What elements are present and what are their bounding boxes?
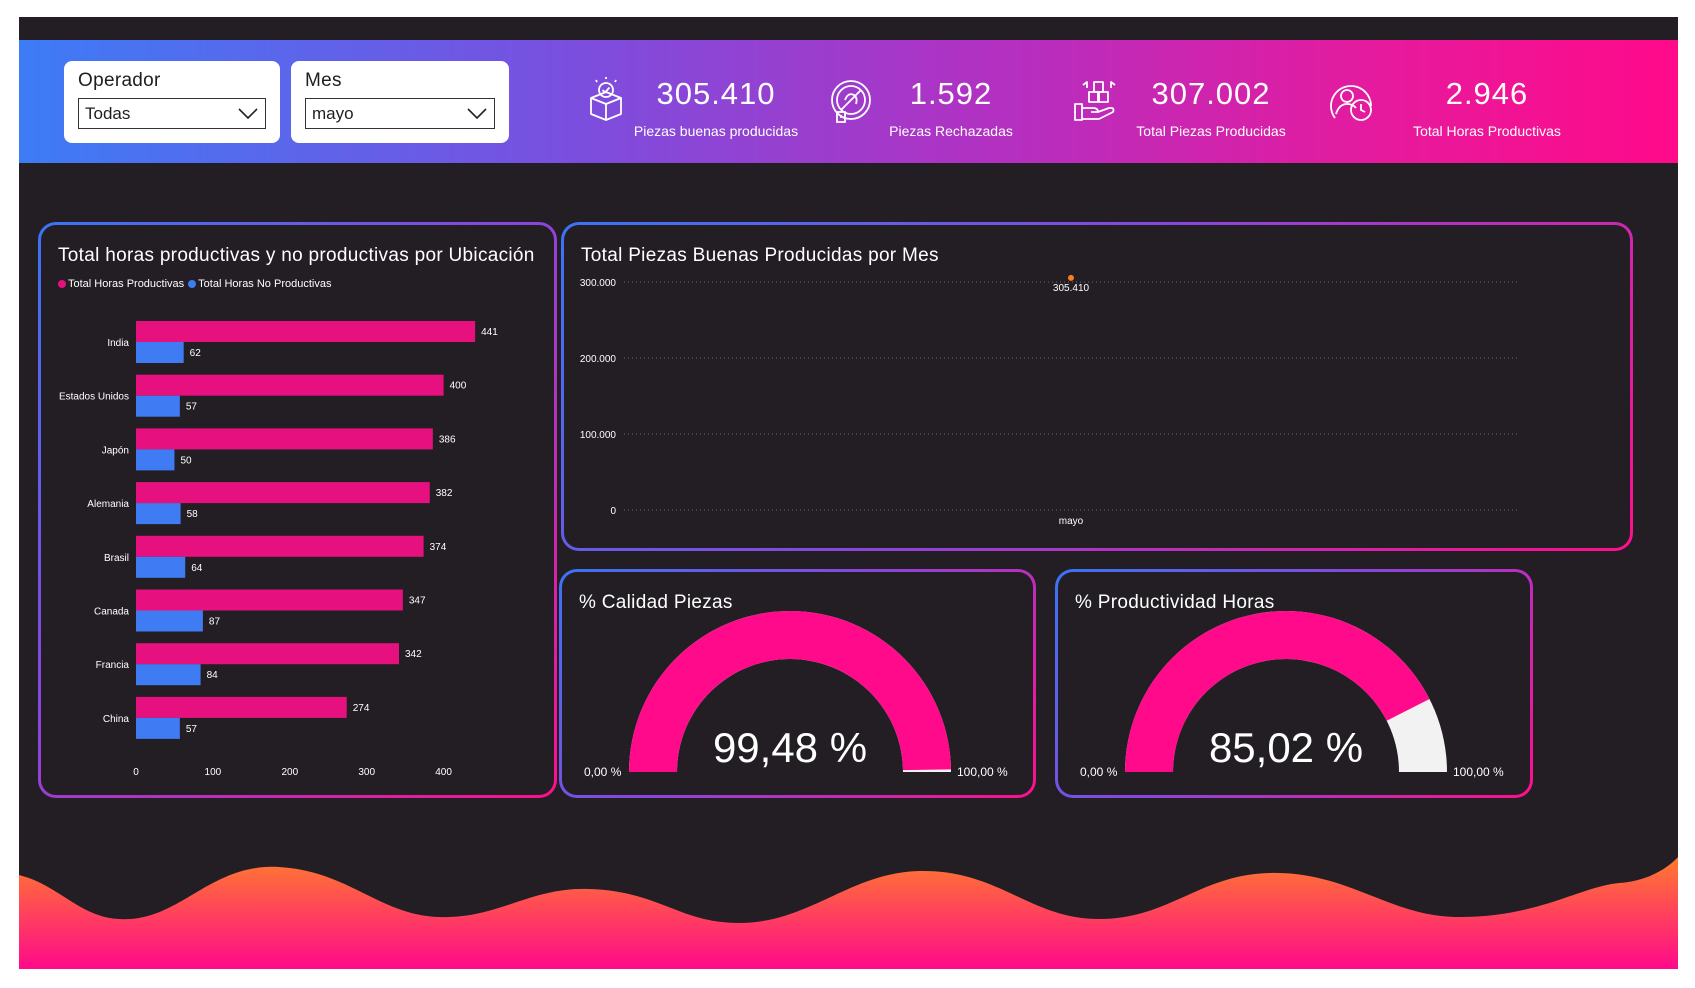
bar-label-non-productive: 57 xyxy=(186,724,198,735)
category-label: Estados Unidos xyxy=(59,392,129,403)
operador-slicer: Operador Todas xyxy=(64,61,280,143)
mes-dropdown-value: mayo xyxy=(312,103,354,123)
data-point xyxy=(1068,274,1074,281)
mes-slicer-title: Mes xyxy=(305,70,342,91)
operador-slicer-title: Operador xyxy=(78,70,161,91)
category-label: China xyxy=(103,714,130,725)
gauge-min-label: 0,00 % xyxy=(584,765,622,779)
bar-label-productive: 382 xyxy=(436,488,453,499)
bar-label-productive: 342 xyxy=(405,649,422,660)
quality-gauge: 99,48 % 0,00 % 100,00 % xyxy=(584,611,1008,779)
bar-label-non-productive: 50 xyxy=(180,455,192,466)
bar-productive xyxy=(136,643,399,665)
productivity-gauge-card: % Productividad Horas 85,02 % 0,00 % 100,0… xyxy=(1055,569,1533,798)
category-label: Alemania xyxy=(87,499,129,510)
category-label: Brasil xyxy=(104,553,129,564)
dashboard-canvas: Operador Todas Mes mayo 305.410 Piezas b… xyxy=(19,17,1678,969)
bar-non-productive xyxy=(136,610,203,632)
kpi-total-pieces-value: 307.002 xyxy=(1151,76,1271,111)
mes-slicer: Mes mayo xyxy=(291,61,509,143)
productivity-gauge: 85,02 % 0,00 % 100,00 % xyxy=(1080,611,1504,779)
x-tick-label: 400 xyxy=(435,767,452,778)
bar-label-non-productive: 58 xyxy=(187,509,199,520)
kpi-productive-hours-value: 2.946 xyxy=(1445,76,1529,111)
pieces-by-month-card: Total Piezas Buenas Producidas por Mes 0… xyxy=(561,222,1633,551)
bar-productive xyxy=(136,428,433,450)
bar-label-productive: 374 xyxy=(430,542,447,553)
bar-non-productive xyxy=(136,556,186,578)
x-tick-label: mayo xyxy=(1059,516,1084,527)
bar-label-productive: 274 xyxy=(353,703,370,714)
bar-non-productive xyxy=(136,503,181,525)
gauge-max-label: 100,00 % xyxy=(1453,765,1504,779)
kpi-productive-hours: 2.946 Total Horas Productivas xyxy=(1327,76,1667,146)
bar-label-non-productive: 84 xyxy=(207,670,219,681)
box-check-icon xyxy=(590,77,622,121)
kpi-good-pieces-value: 305.410 xyxy=(656,76,776,111)
category-label: India xyxy=(107,338,129,349)
bar-productive xyxy=(136,482,430,504)
bar-productive xyxy=(136,321,476,342)
pieces-line-chart: 0 100.000 200.000 300.000 mayo 305.410 xyxy=(580,274,1519,527)
gauge-value-label: 85,02 % xyxy=(1209,724,1363,771)
bar-productive xyxy=(136,374,444,396)
category-label: Canada xyxy=(94,607,129,618)
gauge-value-label: 99,48 % xyxy=(713,724,867,771)
x-tick-label: 100 xyxy=(205,767,222,778)
hand-boxes-icon xyxy=(1074,81,1116,121)
bar-non-productive xyxy=(136,449,175,471)
y-tick-label: 200.000 xyxy=(580,354,617,365)
bar-productive xyxy=(136,696,347,718)
bar-productive xyxy=(136,589,403,611)
chevron-down-icon xyxy=(467,107,487,119)
bar-label-non-productive: 64 xyxy=(191,563,203,574)
category-label: Japón xyxy=(102,445,129,456)
hours-by-location-card: Total horas productivas y no productivas… xyxy=(38,222,557,798)
bar-label-productive: 386 xyxy=(439,434,456,445)
header-band: Operador Todas Mes mayo 305.410 Piezas b… xyxy=(19,40,1678,163)
bar-non-productive xyxy=(136,664,201,686)
bar-non-productive xyxy=(136,717,180,739)
bar-label-non-productive: 87 xyxy=(209,617,221,628)
kpi-rejected-pieces: 1.592 Piezas Rechazadas xyxy=(826,76,1036,146)
bar-label-productive: 347 xyxy=(409,596,426,607)
category-label: Francia xyxy=(96,660,130,671)
bar-non-productive xyxy=(136,395,180,417)
bar-non-productive xyxy=(136,342,184,363)
kpi-productive-hours-label: Total Horas Productivas xyxy=(1413,123,1561,139)
bar-productive xyxy=(136,535,424,557)
kpi-total-pieces-label: Total Piezas Producidas xyxy=(1136,123,1286,139)
bar-label-non-productive: 62 xyxy=(190,348,202,359)
y-tick-label: 0 xyxy=(610,506,616,517)
kpi-rejected-pieces-value: 1.592 xyxy=(909,76,993,111)
y-tick-label: 100.000 xyxy=(580,430,617,441)
bar-label-productive: 400 xyxy=(450,381,467,392)
data-label: 305.410 xyxy=(1053,283,1090,294)
bar-label-non-productive: 57 xyxy=(186,402,198,413)
y-tick-label: 300.000 xyxy=(580,278,617,289)
kpi-good-pieces: 305.410 Piezas buenas producidas xyxy=(581,76,801,146)
operador-dropdown-value: Todas xyxy=(85,103,131,123)
chevron-down-icon xyxy=(238,107,258,119)
kpi-good-pieces-label: Piezas buenas producidas xyxy=(633,123,799,139)
mes-dropdown[interactable]: mayo xyxy=(305,98,495,129)
decorative-wave xyxy=(19,857,1678,969)
x-tick-label: 300 xyxy=(358,767,375,778)
gauge-max-label: 100,00 % xyxy=(957,765,1008,779)
x-tick-label: 200 xyxy=(281,767,298,778)
bar-label-productive: 441 xyxy=(481,327,498,338)
operador-dropdown[interactable]: Todas xyxy=(78,98,266,129)
person-clock-icon xyxy=(1330,85,1372,121)
quality-gauge-card: % Calidad Piezas 99,48 % 0,00 % 100,00 % xyxy=(559,569,1036,798)
gauge-min-label: 0,00 % xyxy=(1080,765,1118,779)
kpi-rejected-pieces-label: Piezas Rechazadas xyxy=(889,123,1013,139)
x-tick-label: 0 xyxy=(133,767,139,778)
kpi-total-pieces: 307.002 Total Piezas Producidas xyxy=(1071,76,1311,146)
hours-bar-chart: India 441 62 Estados Unidos 400 57 Japón 386 50 A… xyxy=(59,321,498,778)
